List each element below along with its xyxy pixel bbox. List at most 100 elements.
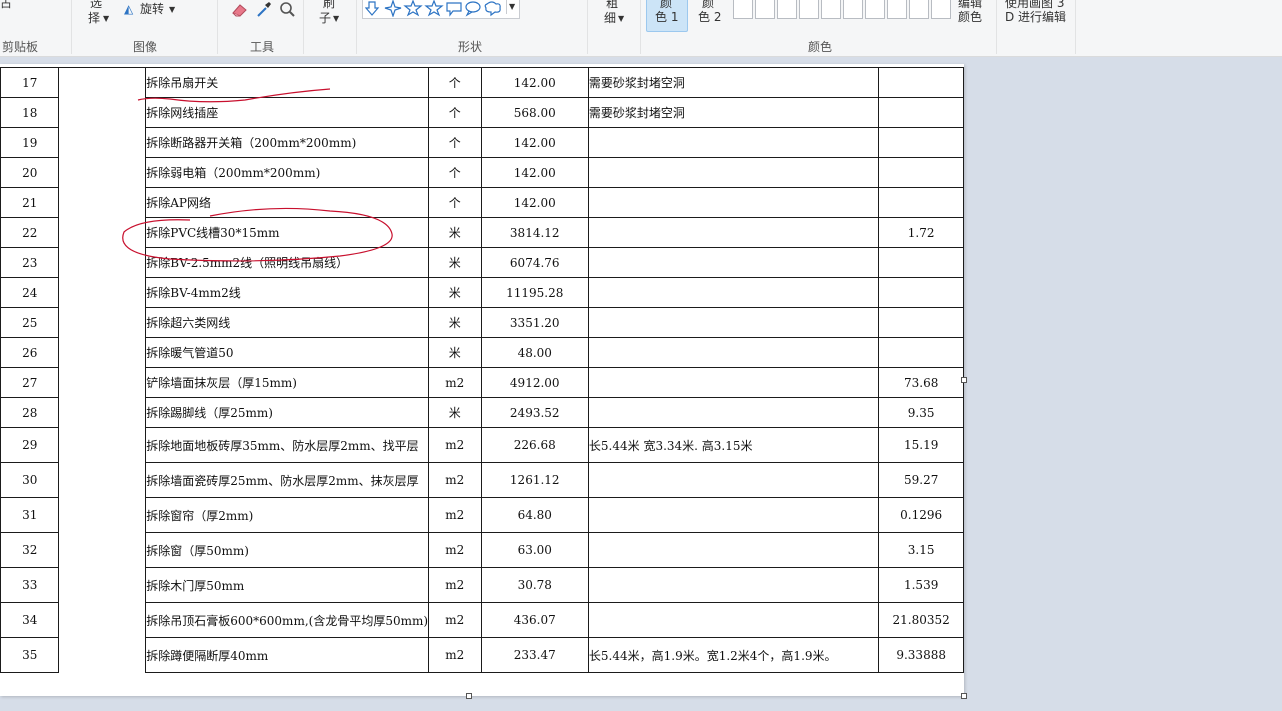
value-cell: 1.72 bbox=[878, 217, 964, 248]
color-swatch[interactable] bbox=[909, 0, 929, 19]
note-cell bbox=[587, 187, 880, 218]
resize-handle-right[interactable] bbox=[961, 377, 967, 383]
quantity-cell: 63.00 bbox=[480, 532, 589, 568]
shapes-icons bbox=[365, 0, 501, 17]
rotate-dropdown-arrow-icon: ▼ bbox=[169, 5, 176, 14]
magnifier-icon[interactable] bbox=[278, 0, 296, 18]
note-cell bbox=[587, 277, 880, 308]
tools-group-label: 工具 bbox=[250, 40, 275, 54]
item-name-cell: 拆除PVC线槽30*15mm bbox=[145, 217, 430, 248]
quantity-cell: 233.47 bbox=[480, 637, 589, 673]
blank-cell bbox=[58, 367, 147, 398]
color-swatch[interactable] bbox=[931, 0, 951, 19]
ribbon-divider bbox=[356, 0, 357, 54]
color-swatch[interactable] bbox=[755, 0, 775, 19]
select-dropdown-arrow-icon: ▼ bbox=[103, 14, 110, 23]
row-number-cell: 22 bbox=[0, 217, 60, 248]
brush-dropdown-arrow-icon: ▼ bbox=[333, 14, 340, 23]
table-row: 29 拆除地面地板砖厚35mm、防水层厚2mm、找平层 m2 226.68 长5.44米… bbox=[0, 427, 964, 463]
value-cell: 0.1296 bbox=[878, 497, 964, 533]
value-cell bbox=[878, 97, 964, 128]
row-number-cell: 18 bbox=[0, 97, 60, 128]
quantity-cell: 142.00 bbox=[480, 187, 589, 218]
clipboard-group-label: 剪贴板 bbox=[2, 40, 39, 54]
item-name-cell: 拆除AP网络 bbox=[145, 187, 430, 218]
row-number-cell: 33 bbox=[0, 567, 60, 603]
shapes-more-icon[interactable]: ▼ bbox=[506, 0, 515, 14]
color-1-button[interactable]: 颜 色 1 bbox=[646, 0, 688, 32]
blank-cell bbox=[58, 127, 147, 158]
item-name-cell: 拆除墙面瓷砖厚25mm、防水层厚2mm、抹灰层厚 bbox=[145, 462, 430, 498]
color-picker-icon[interactable] bbox=[255, 0, 273, 18]
ribbon-divider bbox=[303, 0, 304, 54]
value-cell: 21.80352 bbox=[878, 602, 964, 638]
unit-cell: 个 bbox=[428, 157, 482, 188]
value-cell: 9.33888 bbox=[878, 637, 964, 673]
ribbon-divider bbox=[996, 0, 997, 54]
table-row: 17 拆除吊扇开关个 142.00 需要砂浆封堵空洞 bbox=[0, 67, 964, 98]
item-name-cell: 拆除窗（厚50mm) bbox=[145, 532, 430, 568]
color-1-label-bottom: 色 1 bbox=[655, 10, 679, 24]
unit-cell: m2 bbox=[428, 602, 482, 638]
note-cell: 长5.44米，高1.9米。宽1.2米4个，高1.9米。 bbox=[587, 637, 880, 673]
quantity-cell: 48.00 bbox=[480, 337, 589, 368]
note-cell bbox=[587, 217, 880, 248]
select-label-bottom: 择 bbox=[88, 11, 101, 25]
paint3d-label-bottom: D 进行编辑 bbox=[1005, 10, 1067, 24]
color-swatch[interactable] bbox=[843, 0, 863, 19]
edit-colors-label-top: 编辑 bbox=[958, 0, 983, 10]
paste-button[interactable]: 占 bbox=[0, 0, 12, 10]
brush-label-top: 刷 bbox=[323, 0, 336, 10]
resize-handle-bottom[interactable] bbox=[466, 693, 472, 699]
unit-cell: m2 bbox=[428, 497, 482, 533]
table-row: 30 拆除墙面瓷砖厚25mm、防水层厚2mm、抹灰层厚 m2 1261.12 59.27 bbox=[0, 462, 964, 498]
brush-label-bottom: 子 bbox=[319, 11, 332, 25]
color-swatch[interactable] bbox=[887, 0, 907, 19]
item-name-cell: 拆除吊扇开关 bbox=[145, 67, 430, 98]
colors-group-label: 颜色 bbox=[808, 40, 833, 54]
spreadsheet-image: 17 拆除吊扇开关个 142.00 需要砂浆封堵空洞 18 拆除网线插座个 568.00 需要… bbox=[0, 67, 964, 673]
table-row: 20 拆除弱电箱（200mm*200mm) 个 142.00 bbox=[0, 157, 964, 188]
size-label-top: 粗 bbox=[606, 0, 619, 10]
row-number-cell: 32 bbox=[0, 532, 60, 568]
quantity-cell: 1261.12 bbox=[480, 462, 589, 498]
value-cell: 73.68 bbox=[878, 367, 964, 398]
color-swatch[interactable] bbox=[733, 0, 753, 19]
color-swatch[interactable] bbox=[799, 0, 819, 19]
row-number-cell: 23 bbox=[0, 247, 60, 278]
quantity-cell: 142.00 bbox=[480, 127, 589, 158]
note-cell bbox=[587, 497, 880, 533]
note-cell: 需要砂浆封堵空洞 bbox=[587, 97, 880, 128]
value-cell bbox=[878, 307, 964, 338]
edit-colors-label-bottom: 颜色 bbox=[958, 10, 983, 24]
color-swatch[interactable] bbox=[777, 0, 797, 19]
note-cell bbox=[587, 602, 880, 638]
table-row: 19 拆除断路器开关箱（200mm*200mm) 个 142.00 bbox=[0, 127, 964, 158]
unit-cell: 个 bbox=[428, 127, 482, 158]
unit-cell: m2 bbox=[428, 367, 482, 398]
color-swatch[interactable] bbox=[821, 0, 841, 19]
blank-cell bbox=[58, 637, 147, 673]
value-cell bbox=[878, 127, 964, 158]
quantity-cell: 436.07 bbox=[480, 602, 589, 638]
unit-cell: m2 bbox=[428, 567, 482, 603]
item-name-cell: 拆除踢脚线（厚25mm) bbox=[145, 397, 430, 428]
item-name-cell: 拆除断路器开关箱（200mm*200mm) bbox=[145, 127, 430, 158]
resize-handle-corner[interactable] bbox=[961, 693, 967, 699]
row-number-cell: 31 bbox=[0, 497, 60, 533]
unit-cell: m2 bbox=[428, 532, 482, 568]
note-cell bbox=[587, 367, 880, 398]
canvas-area: 17 拆除吊扇开关个 142.00 需要砂浆封堵空洞 18 拆除网线插座个 568.00 需要… bbox=[0, 57, 1282, 711]
color-swatch[interactable] bbox=[865, 0, 885, 19]
item-name-cell: 拆除弱电箱（200mm*200mm) bbox=[145, 157, 430, 188]
note-cell bbox=[587, 157, 880, 188]
unit-cell: m2 bbox=[428, 462, 482, 498]
image-canvas[interactable]: 17 拆除吊扇开关个 142.00 需要砂浆封堵空洞 18 拆除网线插座个 568.00 需要… bbox=[0, 64, 967, 699]
shape-gallery[interactable]: ▼ bbox=[362, 0, 520, 19]
row-number-cell: 25 bbox=[0, 307, 60, 338]
eraser-icon[interactable] bbox=[230, 1, 248, 17]
value-cell bbox=[878, 277, 964, 308]
item-name-cell: 拆除地面地板砖厚35mm、防水层厚2mm、找平层 bbox=[145, 427, 430, 463]
item-name-cell: 拆除暖气管道50 bbox=[145, 337, 430, 368]
blank-cell bbox=[58, 462, 147, 498]
